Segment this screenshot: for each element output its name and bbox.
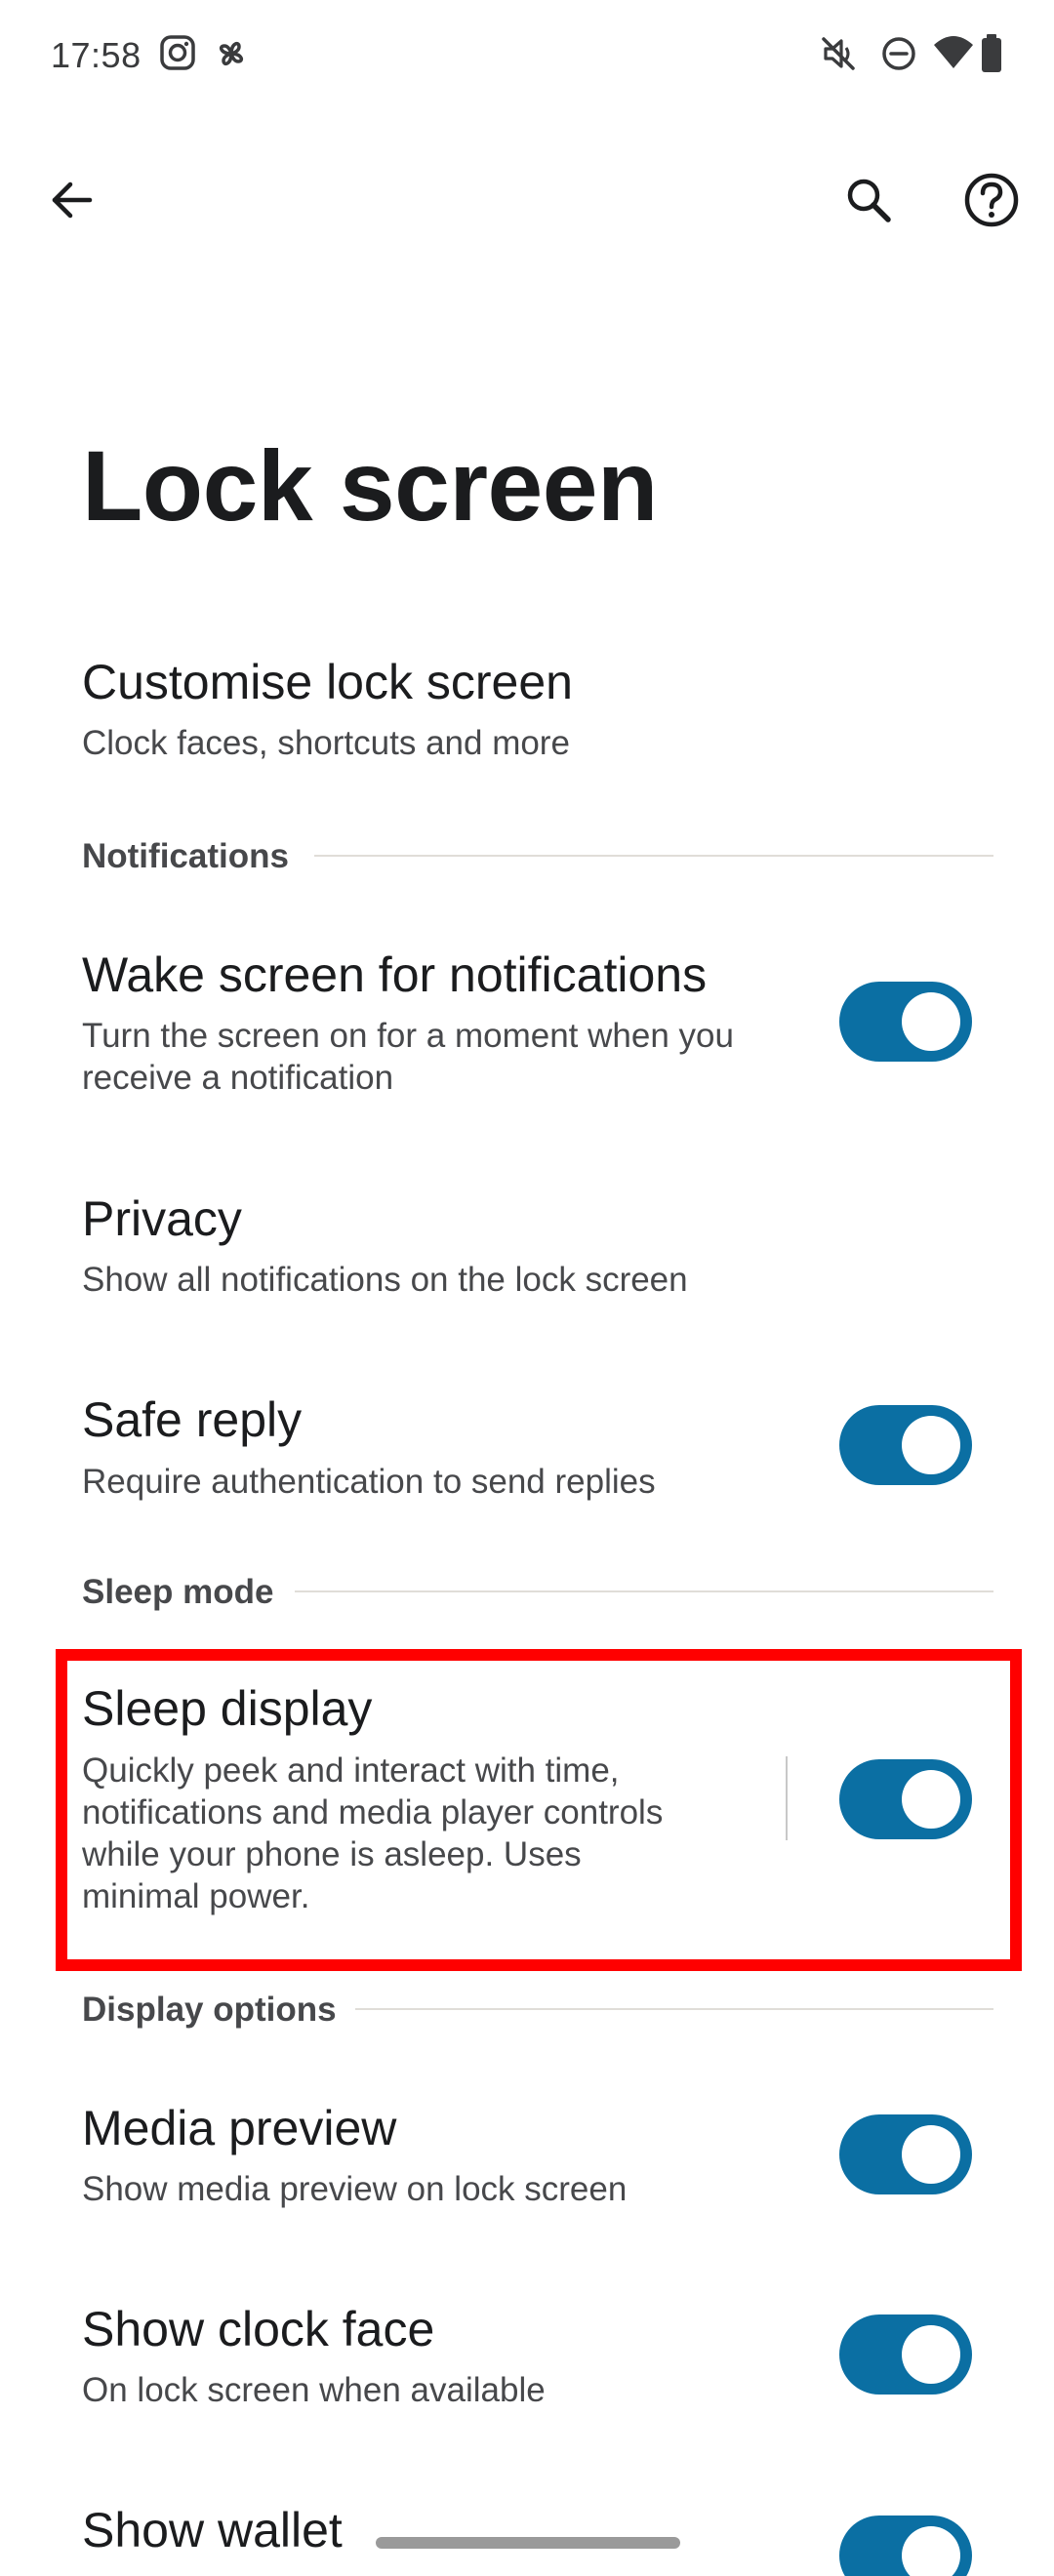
- section-header-display-options: Display options: [82, 1991, 337, 2029]
- sleep-display-title: Sleep display: [82, 1681, 373, 1736]
- section-divider: [314, 855, 993, 857]
- sleep-display-toggle[interactable]: [839, 1759, 972, 1839]
- safe-reply-subtitle: Require authentication to send replies: [82, 1463, 656, 1501]
- mute-icon: [818, 33, 859, 74]
- customise-lock-screen-subtitle: Clock faces, shortcuts and more: [82, 724, 570, 762]
- media-preview-subtitle: Show media preview on lock screen: [82, 2170, 628, 2208]
- media-preview-toggle[interactable]: [839, 2114, 972, 2194]
- page-title: Lock screen: [82, 430, 658, 542]
- toggle-thumb: [902, 2325, 960, 2384]
- wake-screen-toggle[interactable]: [839, 982, 972, 1062]
- wake-screen-subtitle: Turn the screen on for a moment when you…: [82, 1017, 734, 1097]
- section-divider: [295, 1590, 993, 1592]
- lock-screen-settings: 17:58 Lock screen Customise lock screen …: [0, 0, 1054, 2576]
- status-time: 17:58: [51, 35, 142, 75]
- do-not-disturb-icon: [878, 33, 919, 74]
- safe-reply-title: Safe reply: [82, 1392, 303, 1447]
- top-app-bar: [0, 156, 1054, 254]
- search-icon: [842, 174, 895, 226]
- arrow-back-icon: [47, 176, 96, 224]
- privacy-title: Privacy: [82, 1191, 242, 1246]
- vertical-divider: [786, 1756, 788, 1840]
- section-divider: [355, 2008, 993, 2010]
- section-header-sleep-mode: Sleep mode: [82, 1573, 274, 1611]
- show-clock-face-title: Show clock face: [82, 2302, 435, 2356]
- media-preview-title: Media preview: [82, 2101, 397, 2155]
- toggle-thumb: [902, 1770, 960, 1829]
- show-clock-face-subtitle: On lock screen when available: [82, 2371, 546, 2409]
- section-header-notifications: Notifications: [82, 837, 289, 875]
- privacy-subtitle: Show all notifications on the lock scree…: [82, 1261, 688, 1299]
- show-clock-face-toggle[interactable]: [839, 2314, 972, 2395]
- toggle-thumb: [902, 1416, 960, 1474]
- help-button[interactable]: [948, 156, 1035, 244]
- show-wallet-toggle[interactable]: [839, 2516, 972, 2576]
- instagram-icon: [158, 33, 197, 72]
- wake-screen-title: Wake screen for notifications: [82, 947, 708, 1002]
- safe-reply-toggle[interactable]: [839, 1405, 972, 1485]
- search-button[interactable]: [825, 156, 912, 244]
- toggle-thumb: [902, 992, 960, 1051]
- customise-lock-screen-title: Customise lock screen: [82, 655, 573, 709]
- wifi-icon: [932, 33, 975, 74]
- status-bar: 17:58: [0, 0, 1054, 107]
- pinwheel-icon: [211, 33, 252, 74]
- battery-icon: [980, 33, 1003, 74]
- gesture-nav-handle[interactable]: [376, 2537, 680, 2549]
- show-wallet-title: Show wallet: [82, 2503, 343, 2557]
- back-button[interactable]: [27, 156, 115, 244]
- toggle-thumb: [902, 2526, 960, 2576]
- help-icon: [962, 171, 1021, 229]
- toggle-thumb: [902, 2125, 960, 2184]
- sleep-display-subtitle: Quickly peek and interact with time, not…: [82, 1751, 664, 1915]
